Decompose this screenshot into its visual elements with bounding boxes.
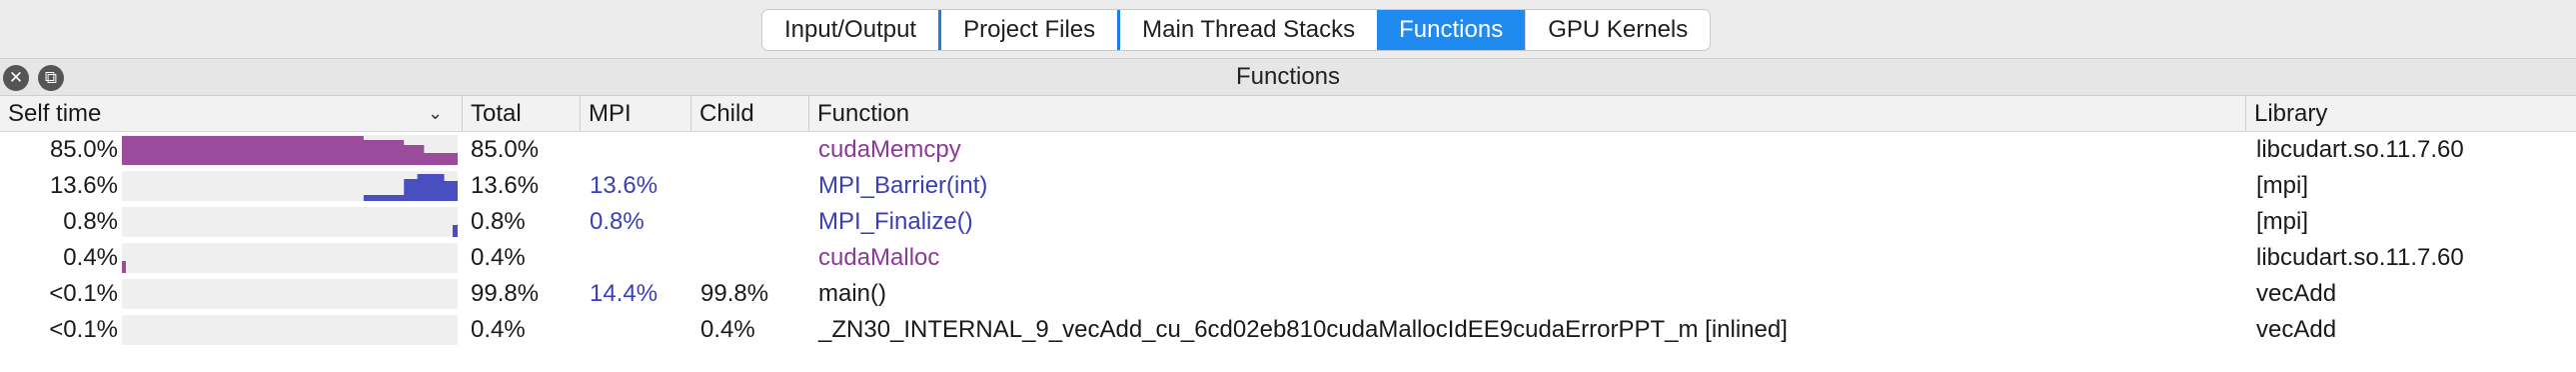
table-row[interactable]: 85.0% 85.0% cudaMemcpy libcudart.so.11.7… — [0, 132, 2576, 168]
header-total[interactable]: Total — [462, 96, 580, 131]
child-value: 0.4% — [700, 316, 755, 343]
panel-title-bar: Functions ✕ ⧉ — [0, 58, 2576, 96]
self-time-bar-fill — [122, 261, 126, 273]
tab-input-output[interactable]: Input/Output — [762, 10, 938, 50]
child-value: 99.8% — [700, 280, 769, 307]
self-time-bar-fill — [453, 225, 458, 237]
self-time-bar — [122, 315, 458, 345]
tab-gpu-kernels[interactable]: GPU Kernels — [1525, 10, 1710, 50]
table-row[interactable]: 0.4% 0.4% cudaMalloc libcudart.so.11.7.6… — [0, 240, 2576, 276]
function-name[interactable]: cudaMalloc — [818, 240, 939, 276]
self-time-value: <0.1% — [49, 280, 118, 307]
library-name: vecAdd — [2256, 316, 2337, 343]
close-icon[interactable]: ✕ — [3, 65, 29, 91]
header-child[interactable]: Child — [690, 96, 808, 131]
total-value: 0.8% — [471, 208, 526, 235]
self-time-value: 13.6% — [49, 172, 118, 199]
header-self-time[interactable]: Self time ⌄ — [0, 96, 460, 131]
tab-main-thread-stacks[interactable]: Main Thread Stacks — [1117, 10, 1377, 50]
table-row[interactable]: <0.1% 0.4% 0.4% _ZN30_INTERNAL_9_vecAdd_… — [0, 312, 2576, 348]
library-name: [mpi] — [2256, 208, 2309, 235]
library-name: libcudart.so.11.7.60 — [2256, 136, 2464, 163]
self-time-bar — [122, 207, 458, 237]
table-row[interactable]: 13.6% 13.6% 13.6% MPI_Barrier(int) [mpi] — [0, 168, 2576, 204]
total-value: 99.8% — [471, 280, 540, 307]
view-tabs: Input/Output Project Files Main Thread S… — [761, 9, 1712, 51]
self-time-bar-fill — [122, 136, 458, 165]
table-row[interactable]: 0.8% 0.8% 0.8% MPI_Finalize() [mpi] — [0, 204, 2576, 240]
library-name: vecAdd — [2256, 280, 2337, 307]
total-value: 85.0% — [471, 136, 540, 163]
mpi-value: 13.6% — [590, 172, 658, 199]
function-name[interactable]: _ZN30_INTERNAL_9_vecAdd_cu_6cd02eb810cud… — [818, 312, 1788, 348]
self-time-value: <0.1% — [49, 316, 118, 343]
library-name: [mpi] — [2256, 172, 2309, 199]
self-time-bar — [122, 135, 458, 165]
table-header: Self time ⌄ Total MPI Child Function Lib… — [0, 96, 2576, 132]
float-window-icon[interactable]: ⧉ — [38, 65, 64, 91]
self-time-value: 0.8% — [63, 208, 118, 235]
header-function[interactable]: Function — [808, 96, 2245, 131]
header-library[interactable]: Library — [2245, 96, 2576, 131]
tab-project-files[interactable]: Project Files — [938, 10, 1117, 50]
panel-title: Functions — [1235, 63, 1341, 90]
table-row[interactable]: <0.1% 99.8% 14.4% 99.8% main() vecAdd — [0, 276, 2576, 312]
header-self-time-label: Self time — [8, 100, 102, 127]
self-time-value: 0.4% — [63, 244, 118, 271]
tab-functions[interactable]: Functions — [1377, 10, 1526, 50]
library-name: libcudart.so.11.7.60 — [2256, 244, 2464, 271]
function-name[interactable]: main() — [818, 276, 886, 312]
self-time-bar — [122, 171, 458, 201]
chevron-down-icon: ⌄ — [428, 103, 444, 123]
self-time-bar — [122, 279, 458, 309]
total-value: 0.4% — [471, 316, 526, 343]
mpi-value: 0.8% — [590, 208, 644, 235]
functions-table: 85.0% 85.0% cudaMemcpy libcudart.so.11.7… — [0, 132, 2576, 348]
function-name[interactable]: MPI_Barrier(int) — [818, 168, 987, 204]
total-value: 0.4% — [471, 244, 526, 271]
function-name[interactable]: cudaMemcpy — [818, 132, 961, 168]
tab-bar: Input/Output Project Files Main Thread S… — [0, 0, 2576, 58]
self-time-value: 85.0% — [49, 136, 118, 163]
self-time-bar — [122, 243, 458, 273]
total-value: 13.6% — [471, 172, 540, 199]
self-time-bar-fill — [363, 174, 458, 201]
mpi-value: 14.4% — [590, 280, 658, 307]
function-name[interactable]: MPI_Finalize() — [818, 204, 973, 240]
header-mpi[interactable]: MPI — [580, 96, 690, 131]
